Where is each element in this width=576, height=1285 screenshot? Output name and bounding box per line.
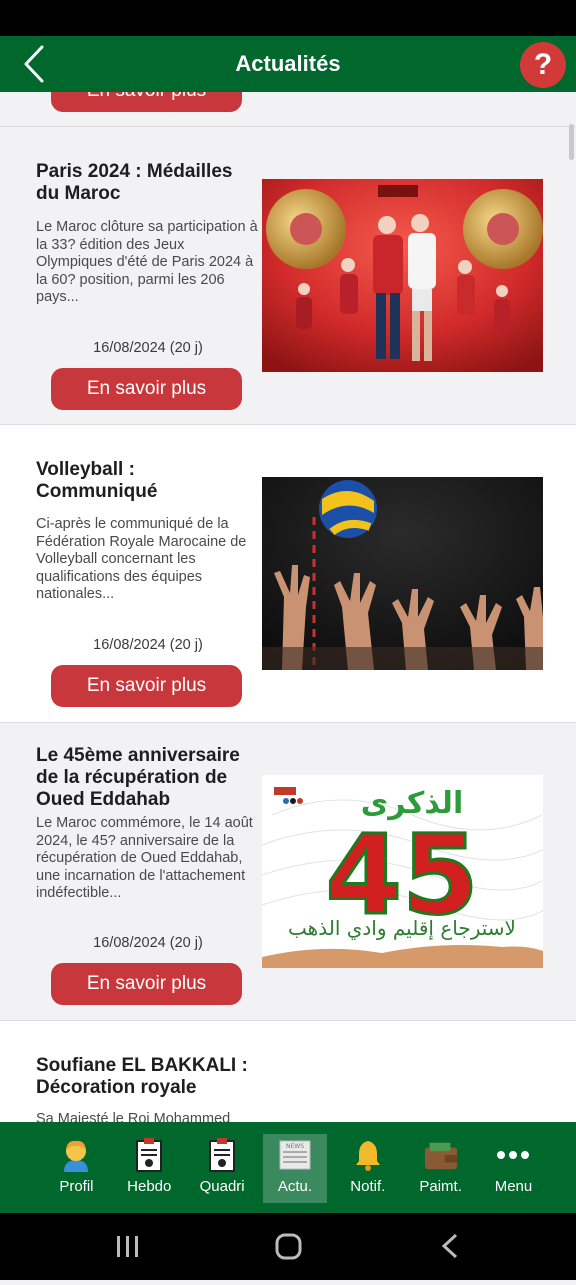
wallet-icon bbox=[424, 1138, 458, 1172]
nav-item-actu[interactable]: NEWS Actu. bbox=[262, 1134, 327, 1203]
image-subcaption: لاسترجاع إقليم وادي الذهب bbox=[288, 916, 516, 941]
article-image[interactable] bbox=[262, 477, 543, 670]
nav-item-menu[interactable]: Menu bbox=[481, 1134, 545, 1203]
article-excerpt: Sa Majesté le Roi Mohammed bbox=[36, 1111, 231, 1122]
status-bar bbox=[0, 0, 576, 36]
app-header: Actualités ? bbox=[0, 36, 576, 92]
profile-icon bbox=[59, 1138, 93, 1172]
article-title: Paris 2024 : Médailles du Maroc bbox=[36, 161, 233, 204]
more-button[interactable]: En savoir plus bbox=[51, 665, 242, 707]
bottom-navigation: Profil Hebdo Quadri NEWS Actu. Notif. Pa… bbox=[0, 1122, 576, 1213]
chevron-left-icon bbox=[24, 45, 44, 83]
article-date: 16/08/2024 (20 j) bbox=[93, 340, 203, 356]
article-title: Soufiane EL BAKKALI : Décoration royale bbox=[36, 1055, 248, 1098]
article-excerpt: Le Maroc commémore, le 14 août 2024, le … bbox=[36, 815, 253, 902]
nav-label-paimt: Paimt. bbox=[419, 1178, 462, 1195]
more-button[interactable]: En savoir plus bbox=[51, 963, 242, 1005]
article-date: 16/08/2024 (20 j) bbox=[93, 637, 203, 653]
question-mark-icon: ? bbox=[533, 48, 553, 81]
nav-label-quadri: Quadri bbox=[199, 1178, 245, 1195]
weekly-report-icon bbox=[132, 1138, 166, 1172]
home-icon[interactable] bbox=[275, 1233, 302, 1260]
news-icon: NEWS bbox=[278, 1138, 312, 1172]
nav-label-hebdo: Hebdo bbox=[127, 1178, 172, 1195]
nav-item-notif[interactable]: Notif. bbox=[336, 1134, 400, 1203]
more-icon bbox=[496, 1138, 530, 1172]
news-list[interactable]: En savoir plus Paris 2024 : Médailles du… bbox=[0, 92, 576, 1122]
more-button[interactable]: En savoir plus bbox=[51, 368, 242, 410]
nav-label-notif: Notif. bbox=[350, 1178, 386, 1195]
scrollbar[interactable] bbox=[569, 124, 574, 160]
article-date: 16/08/2024 (20 j) bbox=[93, 935, 203, 951]
page-title: Actualités bbox=[235, 51, 341, 76]
nav-item-quadri[interactable]: Quadri bbox=[190, 1134, 254, 1203]
article-excerpt: Ci-après le communiqué de la Fédération … bbox=[36, 516, 247, 603]
article-excerpt: Le Maroc clôture sa participation à la 3… bbox=[36, 219, 258, 306]
help-button[interactable]: ? bbox=[520, 42, 566, 88]
nav-label-profil: Profil bbox=[59, 1178, 94, 1195]
nav-item-hebdo[interactable]: Hebdo bbox=[117, 1134, 181, 1203]
article-title: Le 45ème anniversaire de la récupération… bbox=[36, 745, 240, 810]
news-item: Volleyball : Communiqué Ci-après le comm… bbox=[0, 424, 576, 722]
system-navigation-bar bbox=[0, 1213, 576, 1280]
svg-text:NEWS: NEWS bbox=[286, 1143, 304, 1150]
article-image[interactable] bbox=[262, 179, 543, 372]
quarterly-report-icon bbox=[205, 1138, 239, 1172]
news-item: Soufiane EL BAKKALI : Décoration royale … bbox=[0, 1020, 576, 1122]
article-image[interactable]: الذكرى 45 لاسترجاع إقليم وادي الذهب bbox=[262, 775, 543, 968]
more-button[interactable]: En savoir plus bbox=[51, 92, 242, 112]
nav-label-actu: Actu. bbox=[277, 1178, 313, 1195]
nav-item-paimt[interactable]: Paimt. bbox=[409, 1134, 473, 1203]
bell-icon bbox=[351, 1138, 385, 1172]
news-item: Le 45ème anniversaire de la récupération… bbox=[0, 722, 576, 1020]
nav-item-profil[interactable]: Profil bbox=[44, 1134, 108, 1203]
article-title: Volleyball : Communiqué bbox=[36, 459, 158, 502]
news-item: Paris 2024 : Médailles du Maroc Le Maroc… bbox=[0, 126, 576, 424]
back-button[interactable] bbox=[14, 44, 54, 84]
nav-label-menu: Menu bbox=[494, 1178, 533, 1195]
recent-apps-icon[interactable] bbox=[117, 1236, 138, 1257]
back-nav-icon[interactable] bbox=[441, 1233, 458, 1259]
